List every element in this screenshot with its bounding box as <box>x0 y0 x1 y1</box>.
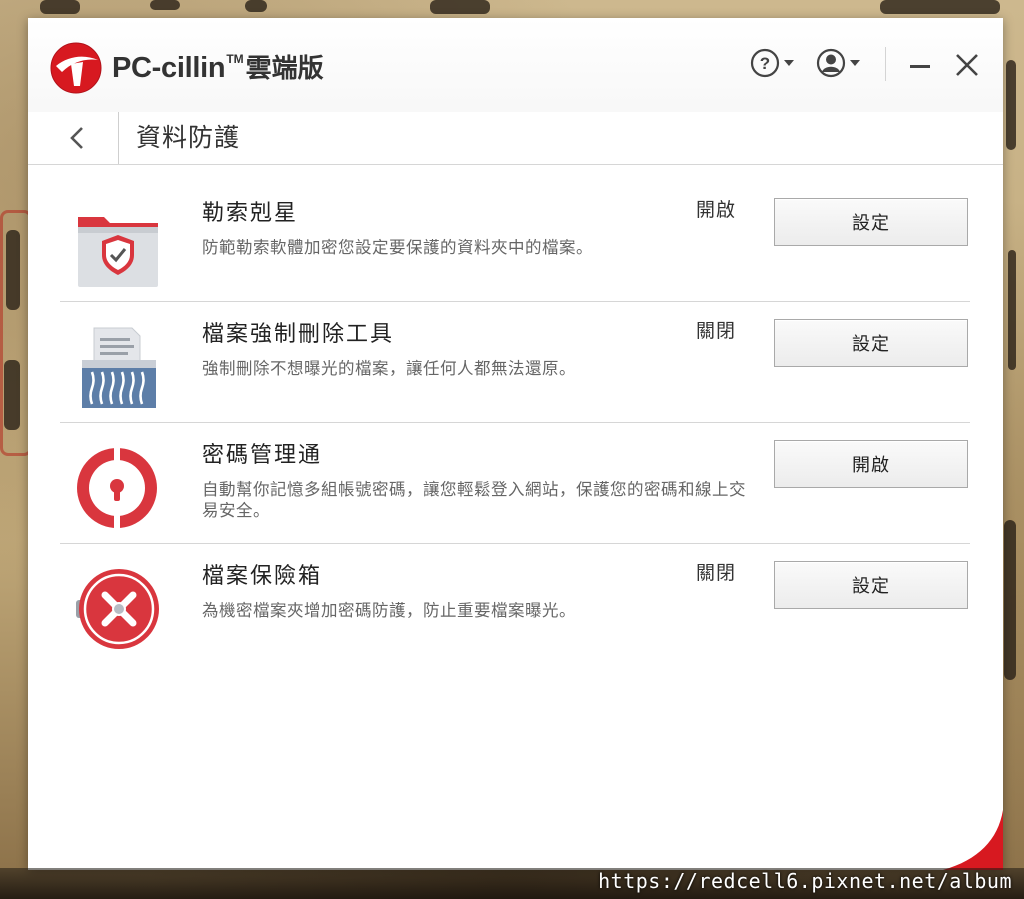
enable-button[interactable]: 開啟 <box>774 440 968 488</box>
minimize-icon[interactable] <box>908 54 932 78</box>
password-manager-icon <box>77 447 157 529</box>
feature-row-shredder: 檔案強制刪除工具 強制刪除不想曝光的檔案，讓任何人都無法還原。 關閉 設定 <box>60 302 970 423</box>
subheader: 資料防護 <box>28 112 1003 165</box>
watermark-text: https://redcell6.pixnet.net/album <box>598 869 1012 893</box>
feature-status: 關閉 <box>696 562 737 584</box>
settings-button[interactable]: 設定 <box>774 198 968 246</box>
feature-status: 開啟 <box>696 199 737 221</box>
feature-row-vault: 檔案保險箱 為機密檔案夾增加密碼防護，防止重要檔案曝光。 關閉 設定 <box>60 544 970 664</box>
account-button[interactable] <box>816 48 860 78</box>
file-shredder-icon <box>82 327 156 408</box>
svg-text:?: ? <box>760 54 770 73</box>
titlebar-divider <box>885 47 886 81</box>
folder-shield-icon <box>78 217 158 287</box>
feature-description: 防範勒索軟體加密您設定要保護的資料夾中的檔案。 <box>202 238 593 257</box>
chevron-down-icon <box>784 60 794 66</box>
feature-description: 強制刪除不想曝光的檔案，讓任何人都無法還原。 <box>202 359 576 378</box>
feature-title: 檔案保險箱 <box>202 564 323 589</box>
brand-edition: 雲端版 <box>245 54 324 84</box>
chevron-down-icon <box>850 60 860 66</box>
corner-accent <box>943 810 1003 870</box>
brand-trademark: TM <box>226 52 244 66</box>
feature-description: 自動幫你記憶多組帳號密碼，讓您輕鬆登入網站，保護您的密碼和線上交易安全。 <box>202 480 746 520</box>
question-circle-icon: ? <box>750 48 780 78</box>
titlebar: PC-cillin TM 雲端版 ? <box>28 18 1003 118</box>
trend-micro-logo <box>50 42 102 94</box>
feature-description: 為機密檔案夾增加密碼防護，防止重要檔案曝光。 <box>202 601 576 620</box>
feature-title: 密碼管理通 <box>202 443 323 468</box>
user-circle-icon <box>816 48 846 78</box>
brand-title: PC-cillin TM 雲端版 <box>112 48 324 88</box>
settings-button[interactable]: 設定 <box>774 561 968 609</box>
help-button[interactable]: ? <box>750 48 794 78</box>
settings-button[interactable]: 設定 <box>774 319 968 367</box>
feature-status: 關閉 <box>696 320 737 342</box>
close-icon[interactable] <box>954 52 980 78</box>
chevron-left-icon[interactable] <box>64 116 92 160</box>
feature-title: 檔案強制刪除工具 <box>202 322 395 347</box>
page-title: 資料防護 <box>136 123 241 152</box>
vault-icon <box>76 569 159 649</box>
feature-row-ransomware: 勒索剋星 防範勒索軟體加密您設定要保護的資料夾中的檔案。 開啟 設定 <box>60 181 970 302</box>
brand-name: PC-cillin <box>112 52 226 84</box>
feature-row-password-manager: 密碼管理通 自動幫你記憶多組帳號密碼，讓您輕鬆登入網站，保護您的密碼和線上交易安… <box>60 423 970 544</box>
feature-title: 勒索剋星 <box>202 201 299 226</box>
subheader-divider <box>118 112 119 164</box>
app-window: PC-cillin TM 雲端版 ? 資料防護 勒索剋星 防範勒索軟體加密您設定… <box>28 18 1003 870</box>
